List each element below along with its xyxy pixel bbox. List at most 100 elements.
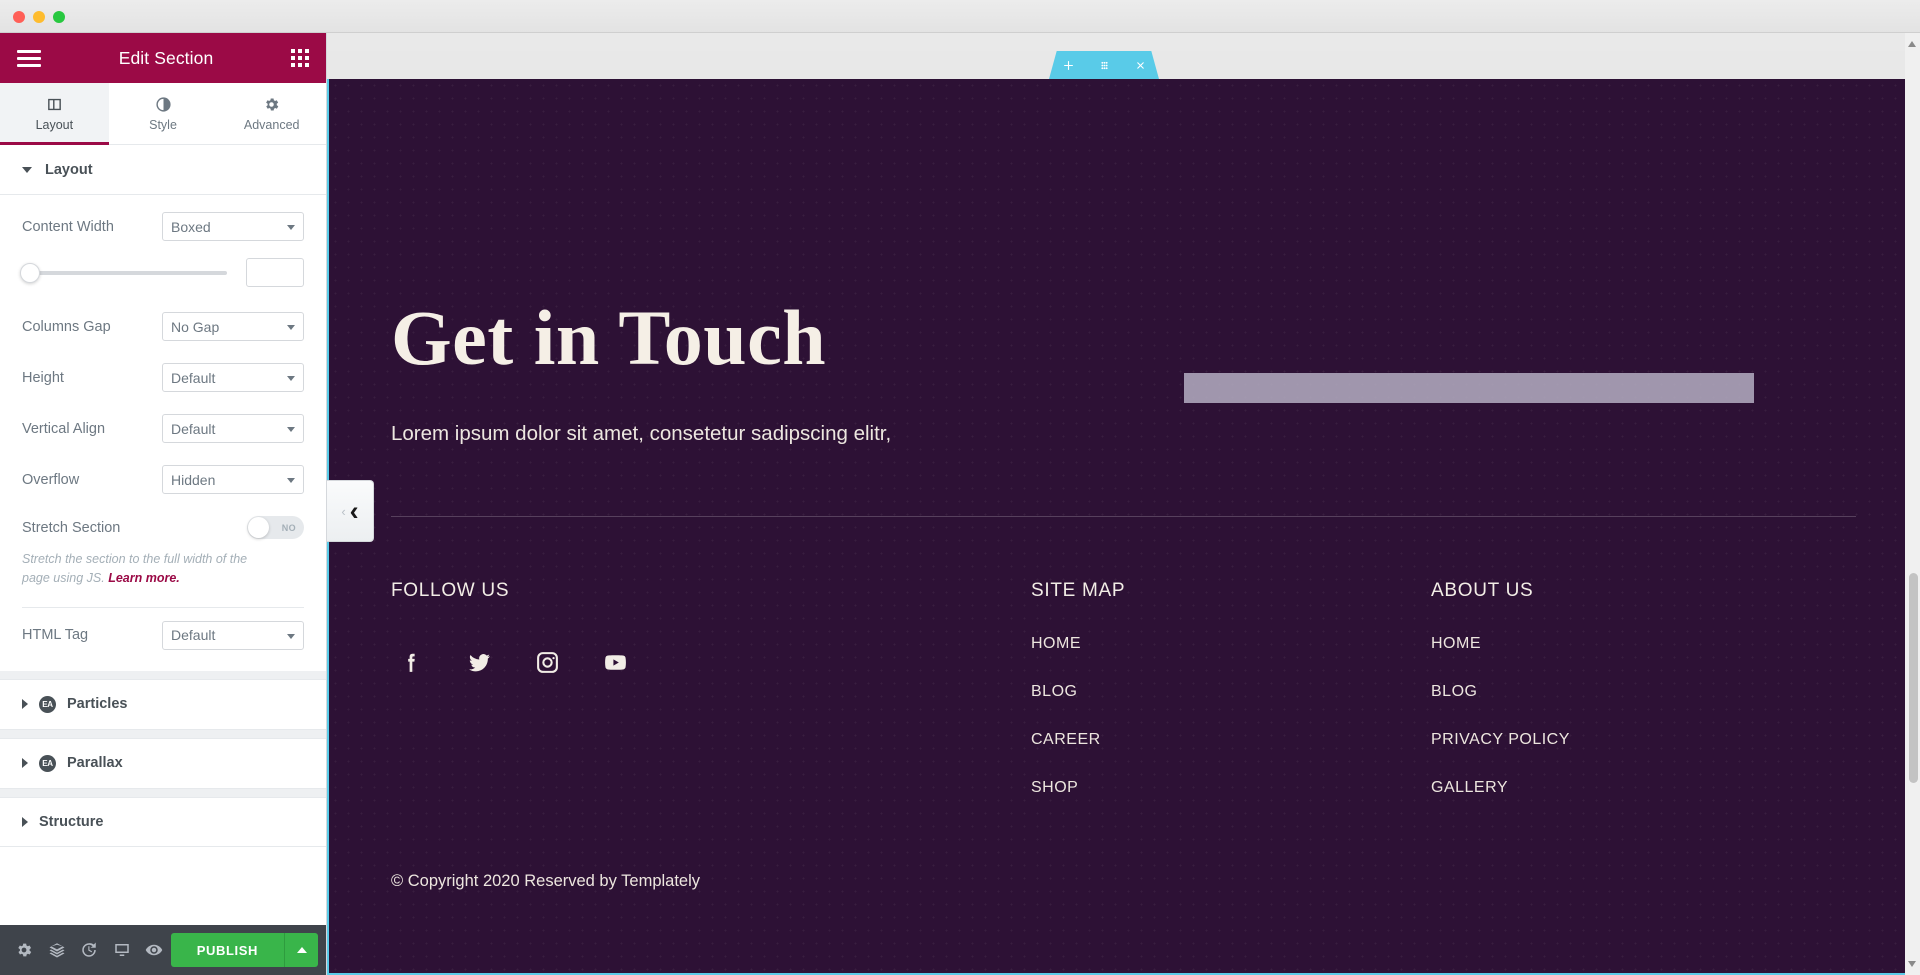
accordion-parallax[interactable]: EA Parallax <box>0 737 326 789</box>
height-select[interactable]: Default <box>162 363 304 392</box>
chevron-down-icon <box>22 167 32 173</box>
accordion-structure[interactable]: Structure <box>0 796 326 847</box>
hamburger-menu-icon[interactable] <box>17 49 41 67</box>
gear-icon <box>266 97 279 111</box>
accordion-particles-label: Particles <box>67 696 128 713</box>
site-map-link-career[interactable]: CAREER <box>1031 731 1431 749</box>
footer-column-site-map: SITE MAP HOME BLOG CAREER SHOP <box>1031 580 1431 827</box>
tab-style[interactable]: Style <box>108 83 218 144</box>
ea-badge-icon: EA <box>39 754 56 772</box>
page-scrollbar[interactable] <box>1905 33 1920 975</box>
page-footer: FOLLOW US SITE MAP HOME BLOG CAREER SHOP… <box>329 517 1918 827</box>
copyright-text: © Copyright 2020 Reserved by Templately <box>391 872 701 890</box>
control-overflow: Overflow Hidden <box>22 454 304 505</box>
close-x-icon[interactable] <box>1122 51 1158 79</box>
about-us-link-home[interactable]: HOME <box>1431 635 1851 653</box>
site-map-links: HOME BLOG CAREER SHOP <box>1031 635 1431 797</box>
panel-footer-toolbar: PUBLISH <box>0 925 326 975</box>
window-titlebar <box>0 0 1920 33</box>
content-width-select[interactable]: Boxed <box>162 212 304 241</box>
control-stretch-section: Stretch Section NO <box>22 505 304 550</box>
publish-button[interactable]: PUBLISH <box>170 933 284 967</box>
accordion-particles[interactable]: EA Particles <box>0 678 326 730</box>
panel-gap-strip-3 <box>0 788 326 797</box>
panel-header: Edit Section <box>0 33 326 83</box>
section-header-layout[interactable]: Layout <box>0 145 326 195</box>
control-columns-gap: Columns Gap No Gap <box>22 301 304 352</box>
history-clock-icon[interactable] <box>73 925 106 975</box>
stretch-desc-line1: Stretch the section to the full width of… <box>22 552 248 566</box>
social-links-row <box>391 650 1031 680</box>
control-stretch-section-label: Stretch Section <box>22 519 121 536</box>
learn-more-link[interactable]: Learn more. <box>108 571 180 585</box>
about-us-link-blog[interactable]: BLOG <box>1431 683 1851 701</box>
twitter-icon[interactable] <box>467 650 492 680</box>
tab-advanced[interactable]: Advanced <box>217 83 327 144</box>
control-vertical-align-label: Vertical Align <box>22 420 106 437</box>
facebook-icon[interactable] <box>399 650 424 680</box>
panel-tabs: Layout Style Advanced <box>0 83 327 145</box>
columns-gap-select[interactable]: No Gap <box>162 312 304 341</box>
panel-gap-strip <box>0 670 326 679</box>
control-content-width: Content Width Boxed <box>22 201 304 252</box>
control-height: Height Default <box>22 352 304 403</box>
scroll-down-icon[interactable] <box>1908 961 1916 967</box>
minimize-window-button[interactable] <box>33 11 45 23</box>
editor-window: Edit Section Layout Style Advanced Layou… <box>0 0 1920 975</box>
scroll-up-icon[interactable] <box>1908 41 1916 47</box>
tab-layout[interactable]: Layout <box>0 83 109 145</box>
widgets-grid-icon[interactable] <box>291 49 309 67</box>
scrollbar-thumb[interactable] <box>1909 573 1918 783</box>
collapse-panel-button[interactable]: ‹ ‹ <box>327 480 374 542</box>
stretch-section-toggle[interactable]: NO <box>247 516 304 539</box>
site-map-link-shop[interactable]: SHOP <box>1031 779 1431 797</box>
layout-columns-icon <box>47 98 61 110</box>
youtube-icon[interactable] <box>603 650 628 680</box>
chevron-right-icon <box>22 758 28 769</box>
contrast-circle-icon <box>155 96 171 112</box>
publish-options-button[interactable] <box>284 933 318 967</box>
navigator-layers-icon[interactable] <box>41 925 74 975</box>
drag-grid-icon[interactable] <box>1086 51 1122 79</box>
close-window-button[interactable] <box>13 11 25 23</box>
tab-style-label: Style <box>149 117 177 132</box>
overflow-select[interactable]: Hidden <box>162 465 304 494</box>
preview-eye-icon[interactable] <box>138 925 171 975</box>
html-tag-value: Default <box>171 627 216 644</box>
overflow-value: Hidden <box>171 471 216 488</box>
section-header-layout-label: Layout <box>45 162 93 178</box>
content-width-slider[interactable] <box>20 262 227 283</box>
panel-body: Layout Content Width Boxed Columns Gap N… <box>0 145 326 925</box>
section-handle-toolbar <box>1049 51 1159 79</box>
plus-icon[interactable] <box>1050 51 1086 79</box>
slider-handle[interactable] <box>20 262 40 283</box>
vertical-align-select[interactable]: Default <box>162 414 304 443</box>
stretch-desc-line2: page using JS. <box>22 571 105 586</box>
footer-heading-site-map: SITE MAP <box>1031 580 1126 601</box>
stretch-section-description: Stretch the section to the full width of… <box>22 550 304 603</box>
control-content-width-label: Content Width <box>22 218 114 235</box>
about-us-link-gallery[interactable]: GALLERY <box>1431 779 1851 797</box>
maximize-window-button[interactable] <box>53 11 65 23</box>
tab-layout-label: Layout <box>35 117 74 132</box>
instagram-icon[interactable] <box>535 650 560 680</box>
vertical-align-value: Default <box>171 420 216 437</box>
ea-badge-icon: EA <box>39 695 56 713</box>
traffic-lights <box>13 11 65 23</box>
hero-subtitle: Lorem ipsum dolor sit amet, consetetur s… <box>391 422 892 445</box>
html-tag-select[interactable]: Default <box>162 620 304 650</box>
responsive-monitor-icon[interactable] <box>106 925 139 975</box>
about-us-link-privacy-policy[interactable]: PRIVACY POLICY <box>1431 731 1851 749</box>
content-width-input[interactable] <box>246 258 304 287</box>
site-map-link-home[interactable]: HOME <box>1031 635 1431 653</box>
control-overflow-label: Overflow <box>22 471 80 488</box>
page-title: Get in Touch <box>391 294 827 381</box>
content-width-slider-row <box>20 252 304 301</box>
site-map-link-blog[interactable]: BLOG <box>1031 683 1431 701</box>
layout-controls: Content Width Boxed Columns Gap No Gap H… <box>0 195 326 671</box>
accordion-structure-label: Structure <box>39 813 104 830</box>
height-value: Default <box>171 369 216 386</box>
publish-group: PUBLISH <box>170 933 318 967</box>
settings-gear-icon[interactable] <box>8 925 41 975</box>
preview-canvas: Get in Touch Lorem ipsum dolor sit amet,… <box>327 33 1920 975</box>
